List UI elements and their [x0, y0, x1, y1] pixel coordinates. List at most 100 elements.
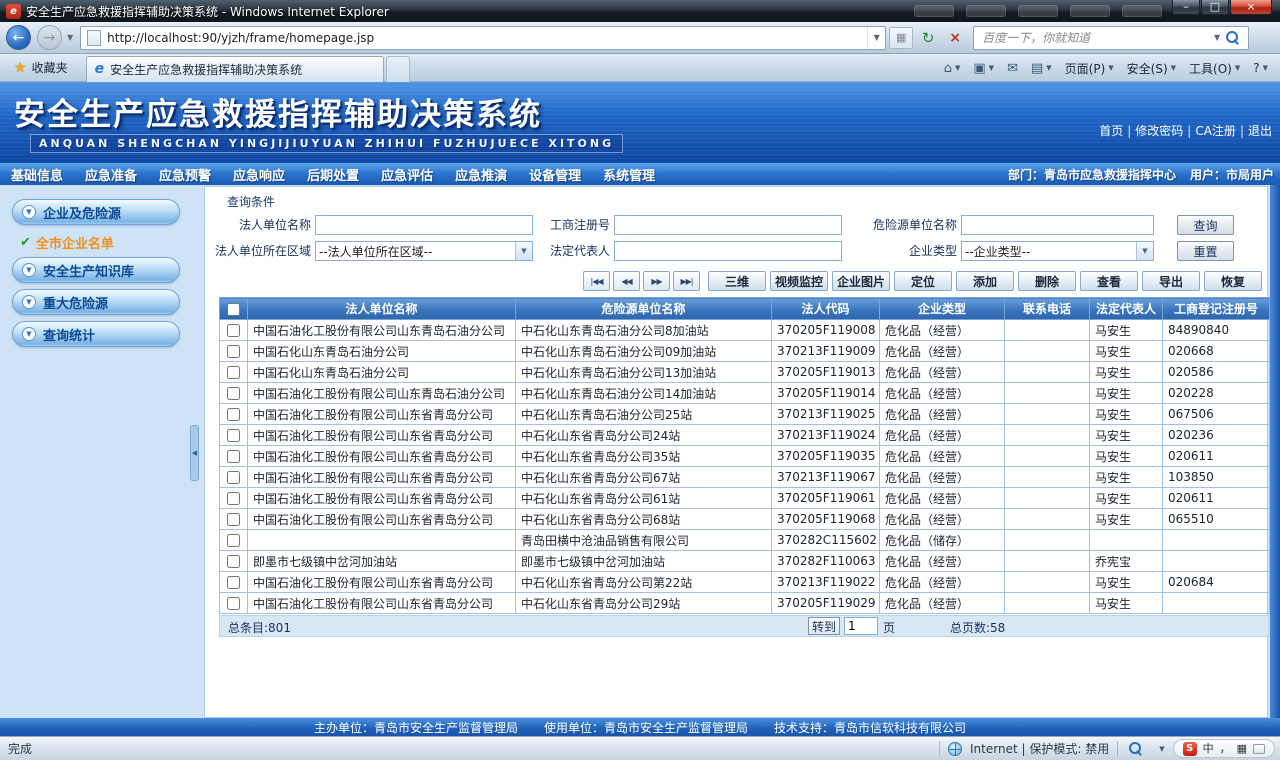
- back-button[interactable]: ←: [6, 25, 31, 50]
- minimize-button[interactable]: –: [1172, 0, 1200, 15]
- region-select-value: --法人单位所在区域--: [319, 244, 433, 259]
- toolbar-button[interactable]: 导出: [1142, 271, 1200, 291]
- row-checkbox[interactable]: [227, 450, 240, 463]
- maximize-button[interactable]: □: [1201, 0, 1229, 15]
- menu-item[interactable]: 应急评估: [370, 165, 444, 184]
- sidebar-group-enterprise-hazard[interactable]: ▼ 企业及危险源: [12, 199, 180, 225]
- history-dropdown-icon[interactable]: ▼: [67, 33, 73, 42]
- ime-toolbar[interactable]: S 中 ， ▦: [1172, 739, 1275, 758]
- print-button[interactable]: ▤ ▼: [1025, 57, 1058, 79]
- page-menu[interactable]: 页面(P) ▼: [1059, 57, 1120, 79]
- safety-menu[interactable]: 安全(S) ▼: [1121, 57, 1182, 79]
- browser-command-bar: ⌂ ▼ ▣ ▼ ✉ ▤ ▼ 页面(P) ▼ 安全(S) ▼ 工具(O) ▼ ? …: [938, 54, 1274, 82]
- toolbox-icon[interactable]: [1253, 743, 1265, 754]
- row-checkbox[interactable]: [227, 429, 240, 442]
- toolbar-button[interactable]: 定位: [894, 271, 952, 291]
- table-cell: 020611: [1162, 487, 1270, 509]
- goto-page-button[interactable]: 转到: [808, 617, 840, 635]
- reset-button[interactable]: 重置: [1177, 241, 1234, 261]
- table-cell: 020611: [1162, 445, 1270, 467]
- sidebar-group-knowledge-base[interactable]: ▼ 安全生产知识库: [12, 257, 180, 283]
- toolbar-button[interactable]: 恢复: [1204, 271, 1262, 291]
- legal-rep-input[interactable]: [614, 241, 842, 261]
- refresh-icon[interactable]: ↻: [916, 27, 940, 49]
- pager-prev-button[interactable]: ◀◀: [613, 271, 640, 291]
- menu-item[interactable]: 设备管理: [518, 165, 592, 184]
- toolbar-button[interactable]: 查看: [1080, 271, 1138, 291]
- chevron-down-icon: ▼: [1170, 64, 1177, 72]
- toolbar-button[interactable]: 添加: [956, 271, 1014, 291]
- zoom-dropdown-icon[interactable]: ▼: [1159, 745, 1164, 753]
- read-mail-button[interactable]: ✉: [1001, 57, 1024, 79]
- search-icon[interactable]: [1226, 31, 1239, 44]
- goto-page-input[interactable]: [844, 617, 878, 635]
- close-button[interactable]: ×: [1230, 0, 1272, 15]
- pager-next-button[interactable]: ▶▶: [643, 271, 670, 291]
- toolbar-button[interactable]: 企业图片: [832, 271, 890, 291]
- search-box[interactable]: ▼: [973, 25, 1250, 50]
- keyboard-icon[interactable]: ▦: [1237, 742, 1247, 756]
- corp-name-input[interactable]: [315, 215, 533, 235]
- row-checkbox[interactable]: [227, 555, 240, 568]
- select-all-checkbox[interactable]: [227, 302, 240, 316]
- compatibility-view-icon[interactable]: ▦: [889, 26, 914, 49]
- hazard-name-input[interactable]: [961, 215, 1154, 235]
- row-checkbox[interactable]: [227, 324, 240, 337]
- table-cell: 370205F119035: [771, 445, 880, 467]
- banner-link[interactable]: 首页: [1099, 122, 1123, 139]
- pager-last-button[interactable]: ▶▶|: [673, 271, 700, 291]
- ime-language-toggle[interactable]: 中: [1203, 742, 1214, 756]
- menu-item[interactable]: 应急预警: [148, 165, 222, 184]
- stop-icon[interactable]: ×: [943, 27, 967, 49]
- main-panel: 查询条件 法人单位名称 工商注册号 危险源单位名称 查询 法人单位所在区域 --…: [204, 186, 1270, 718]
- row-checkbox[interactable]: [227, 408, 240, 421]
- new-tab-stub[interactable]: [385, 55, 410, 82]
- feeds-button[interactable]: ▣ ▼: [967, 57, 1000, 79]
- sidebar-group-major-hazard[interactable]: ▼ 重大危险源: [12, 289, 180, 315]
- home-button[interactable]: ⌂ ▼: [938, 57, 967, 79]
- search-input[interactable]: [974, 30, 1211, 45]
- url-dropdown-icon[interactable]: ▼: [867, 26, 885, 49]
- row-checkbox[interactable]: [227, 534, 240, 547]
- zoom-icon[interactable]: [1129, 742, 1142, 755]
- main-menubar: 基础信息 应急准备 应急预警 应急响应 后期处置 应急评估 应急推演 设备管理 系统管理 部门：…: [0, 163, 1280, 185]
- menu-item[interactable]: 应急响应: [222, 165, 296, 184]
- toolbar-button[interactable]: 三维: [708, 271, 766, 291]
- help-menu[interactable]: ? ▼: [1247, 57, 1274, 79]
- forward-button[interactable]: →: [37, 25, 62, 50]
- pager-first-button[interactable]: |◀◀: [583, 271, 610, 291]
- row-checkbox[interactable]: [227, 345, 240, 358]
- sidebar-group-query-statistics[interactable]: ▼ 查询统计: [12, 321, 180, 347]
- banner-link[interactable]: 修改密码: [1135, 122, 1183, 139]
- row-checkbox[interactable]: [227, 366, 240, 379]
- menu-item[interactable]: 系统管理: [592, 165, 666, 184]
- menu-item[interactable]: 后期处置: [296, 165, 370, 184]
- menu-item[interactable]: 应急推演: [444, 165, 518, 184]
- url-input[interactable]: [107, 30, 868, 45]
- row-checkbox[interactable]: [227, 471, 240, 484]
- sogou-icon[interactable]: S: [1182, 741, 1197, 756]
- row-checkbox[interactable]: [227, 492, 240, 505]
- menu-item[interactable]: 应急准备: [74, 165, 148, 184]
- sidebar-collapse-handle[interactable]: ◀: [190, 425, 199, 481]
- row-checkbox[interactable]: [227, 597, 240, 610]
- browser-tab[interactable]: e 安全生产应急救援指挥辅助决策系统: [85, 55, 384, 82]
- toolbar-button[interactable]: 删除: [1018, 271, 1076, 291]
- search-dropdown-icon[interactable]: ▼: [1211, 33, 1223, 42]
- region-select[interactable]: --法人单位所在区域-- ▼: [315, 241, 533, 261]
- banner-link[interactable]: 退出: [1248, 122, 1272, 139]
- toolbar-button[interactable]: 视频监控: [770, 271, 828, 291]
- row-checkbox[interactable]: [227, 387, 240, 400]
- sidebar-item-city-enterprise-list[interactable]: ✔ 全市企业名单: [20, 233, 114, 252]
- tools-menu[interactable]: 工具(O) ▼: [1183, 57, 1246, 79]
- enterprise-type-select[interactable]: --企业类型-- ▼: [961, 241, 1154, 261]
- search-button[interactable]: 查询: [1177, 215, 1234, 235]
- menu-item[interactable]: 基础信息: [0, 165, 74, 184]
- reg-no-input[interactable]: [614, 215, 842, 235]
- banner-link[interactable]: CA注册: [1195, 122, 1236, 139]
- row-checkbox[interactable]: [227, 513, 240, 526]
- address-bar[interactable]: ▼: [80, 25, 887, 50]
- ime-punctuation-toggle[interactable]: ，: [1220, 742, 1231, 756]
- row-checkbox[interactable]: [227, 576, 240, 589]
- favorites-button[interactable]: ★ 收藏夹: [4, 56, 78, 80]
